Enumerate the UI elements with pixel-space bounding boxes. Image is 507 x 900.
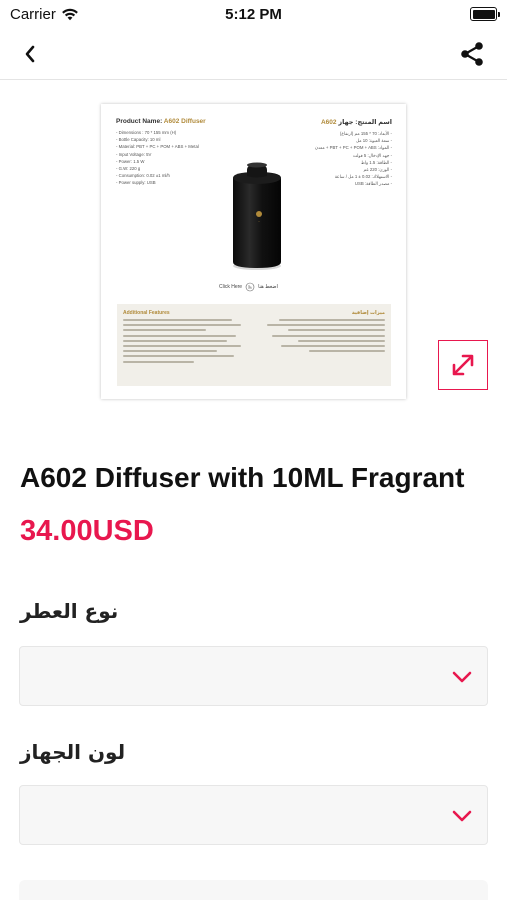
navigation-bar — [0, 28, 507, 80]
features-title-en: Additional Features — [123, 310, 170, 316]
share-icon — [461, 42, 483, 66]
spec-line-ar: - الاستهلاك: 0.02 ± 1 مل / ساعة — [334, 174, 392, 180]
clock: 5:12 PM — [225, 6, 282, 23]
click-here-hint: Click Here اضغط هنا — [219, 282, 278, 292]
product-image[interactable]: Product Name: A602 Diffuser - Dimensions… — [101, 104, 406, 399]
spec-line: - Bottle Capacity: 10 ml — [116, 137, 161, 143]
battery-level — [472, 9, 495, 19]
spec-title-ar: اسم المنتج: جهاز A602 — [320, 119, 392, 126]
spec-line-ar: - المواد: PBT + PC + POM + ABS + معدن — [314, 145, 392, 151]
spec-line-ar: - الأبعاد: 70 * 155 مم (ارتفاع) — [339, 131, 392, 136]
additional-features-box: Additional Features ميزات إضافية — [117, 304, 391, 386]
product-title: A602 Diffuser with 10ML Fragrant — [20, 462, 465, 493]
spec-line: - Power: 1.5 W — [116, 158, 145, 164]
product-price: 34.00USD — [20, 515, 154, 547]
chevron-down-icon — [451, 807, 473, 825]
spec-line: - Input Voltage: 5V — [116, 151, 152, 157]
spec-line-ar: - الوزن: 220 غم — [363, 167, 392, 173]
spec-line: - Consumption: 0.02 ±1 ml/h — [116, 173, 170, 179]
spec-list-en: Product Name: A602 Diffuser - Dimensions… — [116, 118, 226, 187]
chevron-left-icon — [25, 45, 35, 63]
battery-icon — [470, 7, 500, 21]
option-label-fragrance-type: نوع العطر — [20, 599, 119, 623]
spec-title-en: Product Name: A602 Diffuser — [116, 118, 206, 125]
product-detail-content: Product Name: A602 Diffuser - Dimensions… — [0, 81, 507, 900]
hand-pointer-icon — [245, 282, 255, 292]
spec-line-ar: - سعة العبوة: 10 مل — [355, 138, 392, 144]
device-color-select[interactable] — [19, 785, 488, 845]
spec-line-ar: - الطاقة: 1.5 واط — [360, 159, 392, 165]
option-label-device-color: لون الجهاز — [20, 740, 126, 764]
diffuser-illustration: ~ — [233, 162, 281, 270]
spec-line: - Dimensions : 70 * 155 mm (H) — [116, 130, 177, 135]
spec-line: - Power supply: USB — [116, 180, 156, 186]
expand-icon — [452, 354, 474, 376]
expand-image-button[interactable] — [438, 340, 488, 390]
back-button[interactable] — [16, 40, 44, 68]
fragrance-type-select[interactable] — [19, 646, 488, 706]
features-en: Additional Features — [123, 310, 241, 366]
next-section-card — [19, 880, 488, 900]
product-spec-sheet: Product Name: A602 Diffuser - Dimensions… — [101, 104, 406, 399]
spec-list-ar: اسم المنتج: جهاز A602 - الأبعاد: 70 * 15… — [282, 118, 392, 188]
chevron-down-icon — [451, 668, 473, 686]
features-title-ar: ميزات إضافية — [351, 310, 385, 316]
svg-text:~: ~ — [258, 219, 260, 223]
status-bar: Carrier 5:12 PM — [0, 0, 507, 28]
share-button[interactable] — [457, 39, 487, 69]
spec-line-ar: - مصدر الطاقة: USB — [354, 181, 392, 187]
spec-line: - Material: PBT + PC + POM + ABS + Metal — [116, 144, 199, 150]
spec-line-ar: - جهد الإدخال: 5 فولت — [352, 152, 392, 158]
spec-line: - G.W: 220 g — [116, 166, 141, 172]
features-ar: ميزات إضافية — [267, 310, 385, 355]
